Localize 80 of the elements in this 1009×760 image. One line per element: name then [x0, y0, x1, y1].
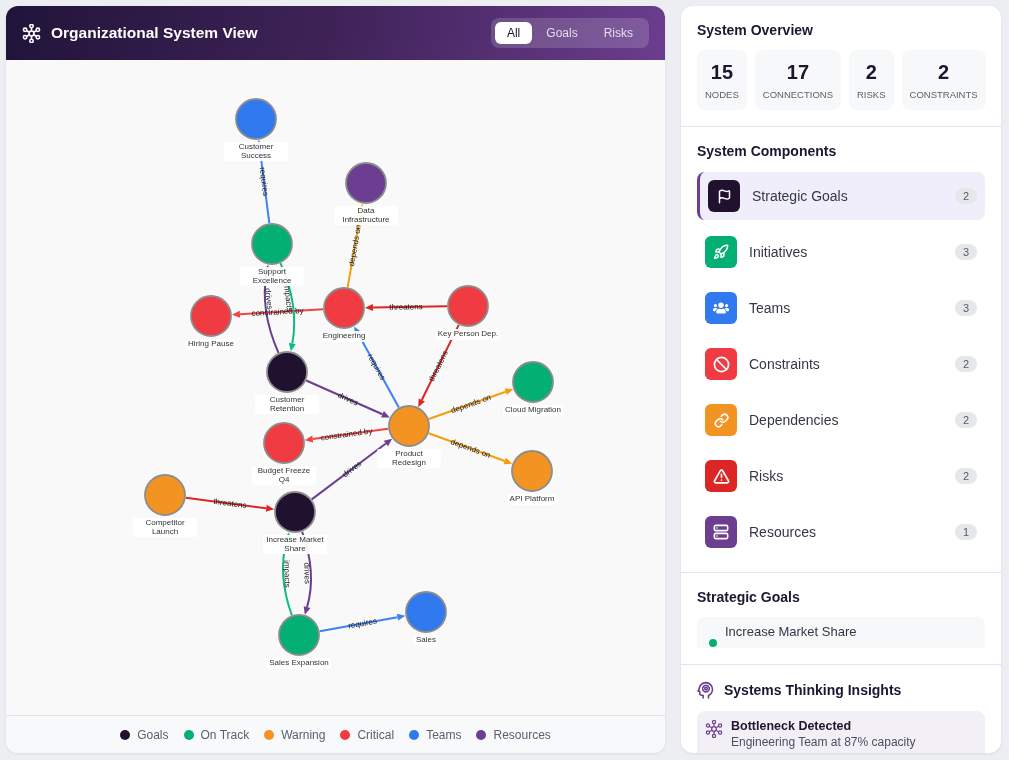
- insight-text: Engineering Team at 87% capacity: [731, 734, 917, 750]
- graph-node[interactable]: [235, 98, 277, 140]
- item-count: 2: [954, 468, 977, 484]
- graph-node[interactable]: [512, 361, 554, 403]
- edge-label: drives: [336, 390, 360, 408]
- edge-label: requires: [257, 166, 271, 197]
- filter-tab[interactable]: Risks: [591, 22, 645, 44]
- graph-node[interactable]: [251, 223, 293, 265]
- component-item[interactable]: Teams 3: [697, 284, 985, 332]
- panel-title: Organizational System View: [51, 24, 259, 42]
- item-count: 2: [954, 188, 977, 204]
- item-count: 3: [954, 300, 977, 316]
- stat-value: 2: [938, 60, 950, 83]
- item-count: 3: [954, 244, 977, 260]
- node-label: Product Redesign: [377, 449, 441, 468]
- legend-label: Critical: [357, 727, 395, 742]
- node-label: API Platform: [507, 494, 557, 505]
- component-item[interactable]: Strategic Goals 2: [697, 172, 985, 220]
- edge-label: constrained by: [320, 426, 373, 443]
- legend-label: Teams: [426, 727, 462, 742]
- node-label: Data Infrastructure: [334, 206, 398, 225]
- stat-label: CONNECTIONS: [762, 88, 833, 100]
- network-icon: [705, 720, 723, 738]
- legend-label: On Track: [200, 727, 250, 742]
- graph-node[interactable]: [144, 474, 186, 516]
- edge-label: drives: [302, 562, 312, 584]
- legend-label: Warning: [281, 727, 326, 742]
- component-item[interactable]: Risks 2: [697, 452, 985, 500]
- goal-item[interactable]: Increase Market Share: [697, 617, 985, 648]
- edge-label: depends on: [346, 224, 364, 267]
- node-label: Increase Market Share: [263, 535, 327, 554]
- legend-label: Goals: [137, 727, 169, 742]
- component-item[interactable]: Dependencies 2: [697, 396, 985, 444]
- graph-node[interactable]: [274, 491, 316, 533]
- item-count: 1: [954, 524, 977, 540]
- graph-node[interactable]: [345, 162, 387, 204]
- stat-label: NODES: [705, 88, 739, 100]
- edge-label: requires: [347, 616, 378, 631]
- graph-node[interactable]: [447, 285, 489, 327]
- node-label: Sales Expansion: [267, 658, 331, 669]
- network-icon: [22, 23, 41, 43]
- section-title: System Overview: [697, 22, 814, 38]
- component-item[interactable]: Constraints 2: [697, 340, 985, 388]
- graph-node[interactable]: [323, 287, 365, 329]
- edge-label: impacts: [282, 559, 292, 588]
- section-title: System Components: [697, 143, 838, 159]
- node-label: Hiring Pause: [186, 339, 236, 350]
- graph-node[interactable]: [263, 422, 305, 464]
- graph-node[interactable]: [190, 295, 232, 337]
- filter-tab[interactable]: Goals: [534, 22, 590, 44]
- node-label: Budget Freeze Q4: [252, 466, 316, 485]
- stat-label: CONSTRAINTS: [909, 88, 978, 100]
- component-item[interactable]: Resources 1: [697, 508, 985, 556]
- legend-label: Resources: [493, 727, 551, 742]
- head-gear-icon: [697, 681, 714, 699]
- item-count: 2: [954, 412, 977, 428]
- node-label: Key Person Dep.: [435, 329, 501, 340]
- graph-node[interactable]: [511, 450, 553, 492]
- component-item[interactable]: Initiatives 3: [697, 228, 985, 276]
- node-label: Customer Success: [224, 142, 288, 161]
- graph-node[interactable]: [278, 614, 320, 656]
- node-label: Sales: [414, 635, 438, 646]
- section-title: Strategic Goals: [697, 589, 801, 605]
- section-title: Systems Thinking Insights: [724, 681, 902, 699]
- node-label: Engineering: [320, 331, 368, 342]
- graph-node[interactable]: [405, 591, 447, 633]
- stat-value: 15: [710, 60, 733, 83]
- item-count: 2: [954, 356, 977, 372]
- graph-node[interactable]: [266, 351, 308, 393]
- stat-value: 17: [786, 60, 809, 83]
- edge-label: threatens: [212, 496, 248, 511]
- node-label: Customer Retention: [255, 395, 319, 414]
- node-label: Cloud Migration: [503, 405, 563, 416]
- stat-value: 2: [865, 60, 877, 83]
- filter-tab[interactable]: All: [494, 22, 533, 44]
- goal-label: Increase Market Share: [725, 625, 858, 639]
- node-label: Competitor Launch: [133, 518, 197, 537]
- graph-node[interactable]: [388, 405, 430, 447]
- insight-title: Bottleneck Detected: [731, 719, 853, 734]
- stat-label: RISKS: [857, 88, 886, 100]
